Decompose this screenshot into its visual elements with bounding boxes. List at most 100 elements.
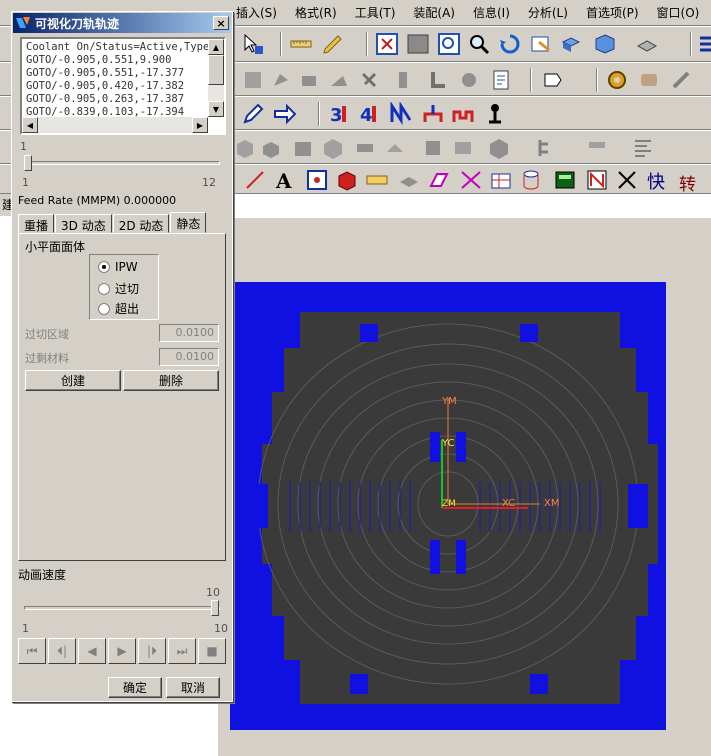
shaded-view-icon[interactable] <box>405 31 431 57</box>
drill-icon[interactable] <box>584 135 610 161</box>
solid-icon-3[interactable] <box>290 135 316 161</box>
die-icon[interactable] <box>334 167 360 193</box>
op-icon-2[interactable] <box>268 67 294 93</box>
menu-window[interactable]: 窗口(O) <box>648 4 709 21</box>
list-item[interactable]: GOTO/-0.905,0.551,-17.377 <box>26 67 208 80</box>
solid-icon-8[interactable] <box>450 135 476 161</box>
menu-assembly[interactable]: 装配(A) <box>404 4 464 21</box>
play-reverse-button[interactable]: ◀ <box>78 638 106 664</box>
menu-tools[interactable]: 工具(T) <box>346 4 405 21</box>
radio-gouge[interactable]: 过切 <box>98 280 139 297</box>
list-item[interactable]: GOTO/-0.905,0.551,9.900 <box>26 54 208 67</box>
tree-icon[interactable] <box>534 135 560 161</box>
solid-icon-5[interactable] <box>352 135 378 161</box>
three-axis-icon[interactable]: 3 <box>326 101 352 127</box>
radio-ipw[interactable]: IPW <box>98 260 138 274</box>
pan-icon[interactable] <box>528 31 554 57</box>
box-view-icon[interactable] <box>558 31 584 57</box>
op-icon-3[interactable] <box>296 67 322 93</box>
create-button[interactable]: 创建 <box>25 370 121 391</box>
step-forward-button[interactable]: |⏵ <box>138 638 166 664</box>
step-back-button[interactable]: ⏴| <box>48 638 76 664</box>
plane-icon[interactable] <box>426 167 452 193</box>
scroll-down-icon[interactable]: ▼ <box>208 101 224 117</box>
grid-icon[interactable] <box>488 167 514 193</box>
close-button[interactable]: × <box>213 16 229 30</box>
op-icon-5[interactable] <box>358 67 384 93</box>
tab-3d-dynamic[interactable]: 3D 动态 <box>55 214 112 233</box>
plate-icon[interactable] <box>396 167 422 193</box>
op-icon-4[interactable] <box>326 67 352 93</box>
horizontal-scrollbar[interactable]: ◀ ▶ <box>22 117 208 133</box>
point-icon[interactable] <box>304 167 330 193</box>
menu-preferences[interactable]: 首选项(P) <box>577 4 648 21</box>
cylinder-icon[interactable] <box>518 167 544 193</box>
measure-icon[interactable] <box>364 167 390 193</box>
cube-view-icon[interactable] <box>592 31 618 57</box>
menu-analysis[interactable]: 分析(L) <box>519 4 577 21</box>
flag-icon[interactable] <box>540 67 566 93</box>
delete-button[interactable]: 删除 <box>123 370 219 391</box>
solid-icon-7[interactable] <box>420 135 446 161</box>
nc-icon[interactable] <box>584 167 610 193</box>
scroll-thumb[interactable] <box>208 55 224 85</box>
solid-icon-6[interactable] <box>382 135 408 161</box>
align-icon[interactable] <box>630 135 656 161</box>
ruler-icon[interactable] <box>288 31 314 57</box>
probe-icon[interactable] <box>482 101 508 127</box>
scroll-up-icon[interactable]: ▲ <box>208 39 224 55</box>
dialog-titlebar[interactable]: 可视化刀轨轨迹 × <box>13 13 231 33</box>
text-icon[interactable]: A <box>272 167 298 193</box>
op-icon-1[interactable] <box>240 67 266 93</box>
step-slider-thumb[interactable] <box>24 155 32 171</box>
solid-icon-2[interactable] <box>258 135 284 161</box>
op-icon-7[interactable] <box>426 67 452 93</box>
pencil-icon[interactable] <box>240 101 266 127</box>
zoom-icon[interactable] <box>466 31 492 57</box>
zoom-window-icon[interactable] <box>436 31 462 57</box>
tool-icon-2[interactable] <box>668 67 694 93</box>
vertical-scrollbar[interactable]: ▲ ▼ <box>208 39 224 117</box>
solid-icon-1[interactable] <box>232 135 258 161</box>
solid-icon-4[interactable] <box>320 135 346 161</box>
op-icon-8[interactable] <box>456 67 482 93</box>
rotate-z-icon[interactable]: 转 <box>676 167 702 193</box>
stop-button[interactable]: ■ <box>198 638 226 664</box>
step-slider-track[interactable] <box>24 161 220 165</box>
scroll-right-icon[interactable]: ▶ <box>192 117 208 133</box>
rewind-to-start-button[interactable]: ⏮ <box>18 638 46 664</box>
fast-forward-button[interactable]: ⏭ <box>168 638 196 664</box>
tab-replay[interactable]: 重播 <box>18 214 55 233</box>
radio-excess[interactable]: 超出 <box>98 300 139 317</box>
graphics-viewport[interactable]: YM YC XC XM ZM <box>230 282 666 730</box>
menu-format[interactable]: 格式(R) <box>286 4 346 21</box>
intersect-icon[interactable] <box>458 167 484 193</box>
play-button[interactable]: ▶ <box>108 638 136 664</box>
line-icon[interactable] <box>242 167 268 193</box>
op-icon-6[interactable] <box>392 67 418 93</box>
list-item[interactable]: Coolant On/Status=Active,Type=Floo <box>26 41 208 54</box>
four-axis-icon[interactable]: 4 <box>356 101 382 127</box>
scroll-left-icon[interactable]: ◀ <box>22 117 38 133</box>
draw-pencil-icon[interactable] <box>320 31 346 57</box>
arrow-right-icon[interactable] <box>272 101 298 127</box>
layer-icon[interactable] <box>634 31 660 57</box>
anim-speed-thumb[interactable] <box>211 600 219 616</box>
menu-info[interactable]: 信息(I) <box>464 4 519 21</box>
anim-speed-track[interactable] <box>24 606 220 610</box>
cancel-button[interactable]: 取消 <box>166 677 220 698</box>
toolpath-list[interactable]: Coolant On/Status=Active,Type=Floo GOTO/… <box>20 37 226 135</box>
tab-static[interactable]: 静态 <box>170 212 207 233</box>
tab-2d-dynamic[interactable]: 2D 动态 <box>112 214 170 233</box>
fit-view-icon[interactable] <box>374 31 400 57</box>
contour-icon[interactable] <box>388 101 414 127</box>
solid-icon-9[interactable] <box>486 135 512 161</box>
quick-icon[interactable]: 快 <box>644 167 670 193</box>
gear-icon[interactable] <box>604 67 630 93</box>
list-icon[interactable] <box>696 31 711 57</box>
document-icon[interactable] <box>488 67 514 93</box>
pocket-icon[interactable] <box>420 101 446 127</box>
calculator-icon[interactable] <box>552 167 578 193</box>
ok-button[interactable]: 确定 <box>108 677 162 698</box>
list-item[interactable]: GOTO/-0.905,0.420,-17.382 <box>26 80 208 93</box>
